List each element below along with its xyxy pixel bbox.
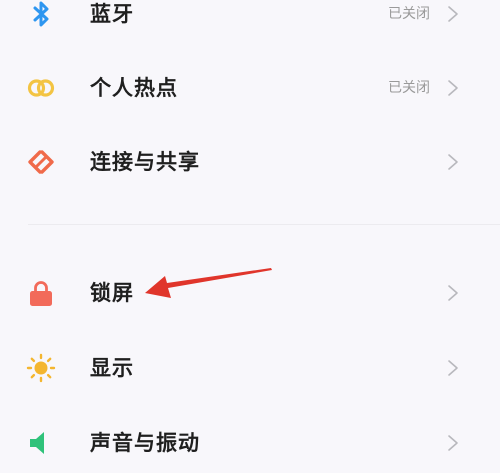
bluetooth-icon [26, 0, 56, 29]
sound-icon [26, 428, 56, 458]
section-divider [28, 224, 500, 225]
status-text: 已关闭 [388, 6, 430, 22]
connection-share-icon [26, 147, 56, 177]
settings-item-label: 显示 [90, 356, 134, 380]
settings-item-sound-vibration[interactable]: 声音与振动 [0, 413, 500, 473]
sun-icon [26, 353, 56, 383]
settings-item-display[interactable]: 显示 [0, 338, 500, 398]
settings-item-label: 锁屏 [90, 281, 134, 305]
settings-item-label: 个人热点 [90, 76, 178, 100]
chevron-right-icon [446, 283, 460, 303]
settings-item-label: 声音与振动 [90, 431, 200, 455]
settings-item-label: 蓝牙 [90, 2, 134, 26]
hotspot-icon [26, 73, 56, 103]
settings-item-hotspot[interactable]: 个人热点 已关闭 [0, 58, 500, 118]
chevron-right-icon [446, 4, 460, 24]
lock-icon [26, 278, 56, 308]
chevron-right-icon [446, 78, 460, 98]
status-text: 已关闭 [388, 80, 430, 96]
chevron-right-icon [446, 433, 460, 453]
settings-item-connection-sharing[interactable]: 连接与共享 [0, 132, 500, 192]
settings-item-lock-screen[interactable]: 锁屏 [0, 263, 500, 323]
settings-item-label: 连接与共享 [90, 150, 200, 174]
chevron-right-icon [446, 358, 460, 378]
settings-item-bluetooth[interactable]: 蓝牙 已关闭 [0, 0, 500, 44]
chevron-right-icon [446, 152, 460, 172]
